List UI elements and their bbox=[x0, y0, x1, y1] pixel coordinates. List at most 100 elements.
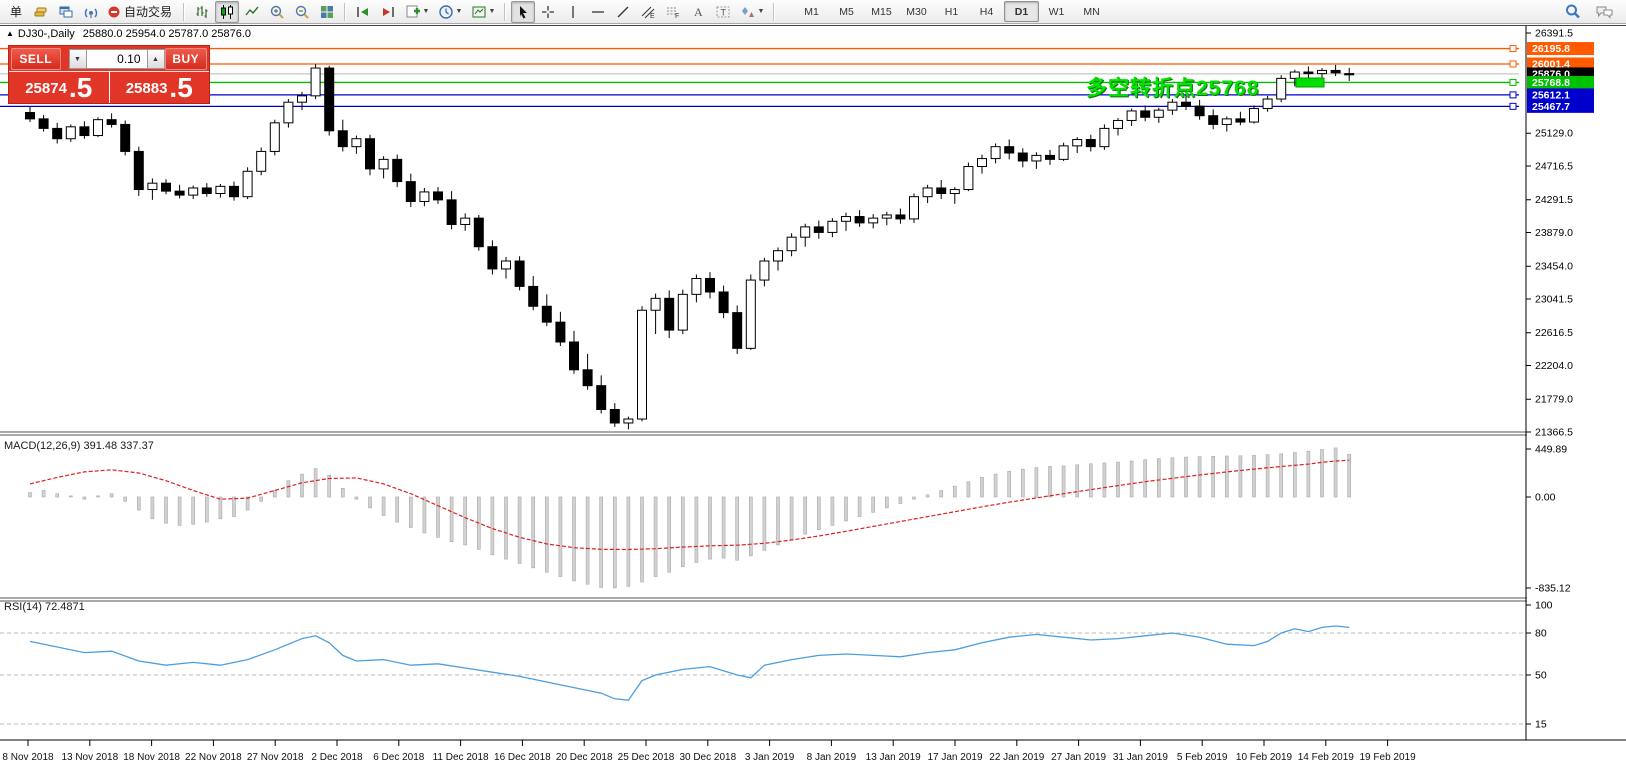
equidistant-channel-icon[interactable]: E bbox=[636, 1, 660, 23]
auto-trading-button[interactable]: 自动交易 bbox=[104, 1, 178, 23]
line-handle[interactable] bbox=[1510, 79, 1516, 85]
axis-tick-label: 15 bbox=[1535, 719, 1547, 731]
new-order-button[interactable]: 单 bbox=[4, 1, 28, 23]
sell-button[interactable]: SELL bbox=[11, 48, 61, 70]
axis-tick-label: 449.89 bbox=[1535, 444, 1567, 456]
pivot-annotation-text[interactable]: 多空转折点25768 bbox=[1086, 72, 1259, 102]
toolbar-separator bbox=[183, 3, 185, 21]
price-level-badge-label: 26195.8 bbox=[1532, 43, 1570, 55]
time-axis-label: 8 Jan 2019 bbox=[807, 752, 857, 763]
one-click-trading-panel: SELL ▼ ▲ BUY 25874.5 25883.5 bbox=[8, 45, 210, 104]
time-axis-label: 14 Feb 2019 bbox=[1298, 752, 1355, 763]
time-axis-label: 10 Feb 2019 bbox=[1236, 752, 1293, 763]
toolbar-separator bbox=[344, 3, 346, 21]
timeframe-M15[interactable]: M15 bbox=[864, 1, 899, 22]
sell-price[interactable]: 25874.5 bbox=[9, 71, 109, 103]
timeframe-H4[interactable]: H4 bbox=[969, 1, 1004, 22]
time-axis-label: 5 Feb 2019 bbox=[1177, 752, 1228, 763]
cursor-icon[interactable] bbox=[511, 1, 535, 23]
pivot-trend-marker[interactable] bbox=[1296, 78, 1324, 87]
timeframe-D1[interactable]: D1 bbox=[1004, 1, 1039, 22]
period-button[interactable]: ▼ bbox=[434, 1, 466, 23]
timeframe-M1[interactable]: M1 bbox=[794, 1, 829, 22]
auto-scroll-icon[interactable] bbox=[351, 1, 375, 23]
time-axis-label: 3 Jan 2019 bbox=[745, 752, 795, 763]
line-handle[interactable] bbox=[1510, 46, 1516, 52]
axis-tick-label: 23454.0 bbox=[1535, 261, 1573, 273]
chevron-down-icon: ▼ bbox=[423, 8, 430, 15]
axis-tick-label: 26391.5 bbox=[1535, 28, 1573, 40]
search-icon[interactable] bbox=[1560, 1, 1584, 23]
buy-button[interactable]: BUY bbox=[165, 48, 207, 70]
time-axis-label: 11 Dec 2018 bbox=[433, 752, 489, 763]
svg-text:E: E bbox=[650, 13, 655, 20]
timeframe-M30[interactable]: M30 bbox=[899, 1, 934, 22]
timeframe-M5[interactable]: M5 bbox=[829, 1, 864, 22]
collapse-arrow-icon[interactable]: ▲ bbox=[6, 29, 14, 38]
axis-tick-label: -835.12 bbox=[1535, 583, 1571, 595]
axis-tick-label: 100 bbox=[1535, 600, 1553, 612]
rsi-line bbox=[30, 626, 1349, 700]
fibonacci-icon[interactable]: F bbox=[661, 1, 685, 23]
axis-tick-label: 25129.0 bbox=[1535, 128, 1573, 140]
volume-decrease-button[interactable]: ▼ bbox=[69, 49, 87, 69]
timeframe-toolbar: M1M5M15M30H1H4D1W1MN bbox=[794, 1, 1109, 22]
volume-stepper: ▼ ▲ bbox=[69, 49, 165, 69]
macd-histogram bbox=[29, 448, 1351, 588]
zoom-in-icon[interactable] bbox=[265, 1, 289, 23]
time-axis-label: 13 Nov 2018 bbox=[61, 752, 118, 763]
market-watch-icon[interactable] bbox=[29, 1, 53, 23]
chart-title: ▲DJ30-,Daily25880.0 25954.0 25787.0 2587… bbox=[6, 28, 251, 40]
time-axis-label: 22 Jan 2019 bbox=[989, 752, 1044, 763]
buy-price[interactable]: 25883.5 bbox=[110, 71, 210, 103]
toolbar-right-group bbox=[1560, 1, 1622, 23]
chart-candles-icon[interactable] bbox=[215, 1, 239, 23]
time-axis[interactable]: 8 Nov 2018 13 Nov 2018 18 Nov 2018 22 Nov 2… bbox=[2, 740, 1416, 763]
chart-line-icon[interactable] bbox=[240, 1, 264, 23]
toolbar-separator bbox=[773, 3, 775, 21]
line-handle[interactable] bbox=[1510, 103, 1516, 109]
timeframe-H1[interactable]: H1 bbox=[934, 1, 969, 22]
horizontal-line-icon[interactable] bbox=[586, 1, 610, 23]
zoom-out-icon[interactable] bbox=[290, 1, 314, 23]
line-handle[interactable] bbox=[1510, 61, 1516, 67]
auto-trading-icon bbox=[107, 5, 121, 19]
chevron-down-icon: ▼ bbox=[758, 8, 765, 15]
template-button[interactable]: ▼ bbox=[467, 1, 499, 23]
macd-indicator-label: MACD(12,26,9) 391.48 337.37 bbox=[4, 440, 154, 452]
chat-icon[interactable] bbox=[1592, 1, 1616, 23]
line-handle[interactable] bbox=[1510, 92, 1516, 98]
time-axis-label: 6 Dec 2018 bbox=[373, 752, 425, 763]
new-chart-button[interactable]: ▼ bbox=[401, 1, 433, 23]
trendline-icon[interactable] bbox=[611, 1, 635, 23]
svg-text:A: A bbox=[694, 5, 703, 19]
time-axis-label: 8 Nov 2018 bbox=[2, 752, 54, 763]
chart-bars-icon[interactable] bbox=[190, 1, 214, 23]
timeframe-W1[interactable]: W1 bbox=[1039, 1, 1074, 22]
axis-tick-label: 80 bbox=[1535, 628, 1547, 640]
trade-panel-prices: 25874.5 25883.5 bbox=[9, 71, 209, 103]
tile-windows-icon[interactable] bbox=[315, 1, 339, 23]
time-axis-label: 27 Nov 2018 bbox=[247, 752, 304, 763]
time-axis-label: 16 Dec 2018 bbox=[494, 752, 551, 763]
text-icon[interactable]: A bbox=[686, 1, 710, 23]
axis-tick-label: 24291.5 bbox=[1535, 194, 1573, 206]
svg-text:F: F bbox=[675, 13, 679, 20]
signal-icon[interactable] bbox=[79, 1, 103, 23]
chart-symbol-label: DJ30-,Daily bbox=[18, 28, 75, 40]
timeframe-MN[interactable]: MN bbox=[1074, 1, 1109, 22]
volume-increase-button[interactable]: ▲ bbox=[147, 49, 165, 69]
vertical-line-icon[interactable] bbox=[561, 1, 585, 23]
time-axis-label: 25 Dec 2018 bbox=[618, 752, 675, 763]
shapes-button[interactable]: ▼ bbox=[736, 1, 768, 23]
crosshair-icon[interactable] bbox=[536, 1, 560, 23]
time-axis-label: 22 Nov 2018 bbox=[185, 752, 242, 763]
text-label-icon[interactable]: T bbox=[711, 1, 735, 23]
volume-input[interactable] bbox=[87, 49, 147, 69]
time-axis-label: 18 Nov 2018 bbox=[123, 752, 180, 763]
chart-shift-icon[interactable] bbox=[376, 1, 400, 23]
chart-canvas[interactable]: 26391.525129.024716.524291.523879.023454… bbox=[0, 0, 1626, 771]
trade-panel-controls: SELL ▼ ▲ BUY bbox=[9, 46, 209, 71]
time-axis-label: 2 Dec 2018 bbox=[311, 752, 363, 763]
terminal-window-icon[interactable] bbox=[54, 1, 78, 23]
